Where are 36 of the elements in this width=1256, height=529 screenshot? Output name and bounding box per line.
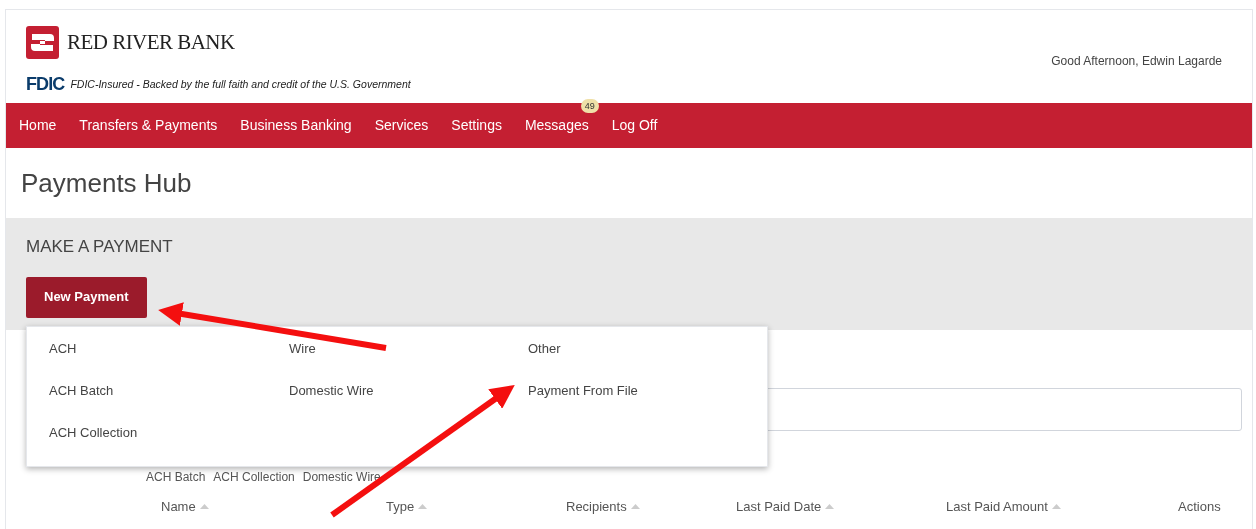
- nav-link[interactable]: Business Banking: [234, 115, 358, 136]
- menu-item[interactable]: Payment From File: [528, 381, 638, 423]
- menu-item[interactable]: Wire: [289, 339, 316, 381]
- column-header: Actions: [1178, 498, 1221, 516]
- nav-link[interactable]: Transfers & Payments: [73, 115, 224, 136]
- bank-name: RED RIVER BANK: [67, 28, 235, 56]
- sort-icon[interactable]: [1051, 504, 1061, 510]
- column-header[interactable]: Recipients: [566, 497, 627, 517]
- column-header[interactable]: Last Paid Amount: [946, 497, 1048, 517]
- column-header[interactable]: Last Paid Date: [736, 497, 822, 517]
- nav-link[interactable]: Log Off: [605, 115, 664, 136]
- sort-icon[interactable]: [199, 504, 209, 510]
- sort-icon[interactable]: [630, 504, 640, 510]
- fdic-notice: FDIC-Insured - Backed by the full faith and credit of the U.S. Government: [70, 76, 411, 92]
- menu-item[interactable]: ACH: [49, 339, 77, 381]
- sort-icon[interactable]: [825, 504, 835, 510]
- column-header[interactable]: Name: [161, 497, 196, 517]
- fdic-logo: FDIC: [26, 73, 65, 96]
- nav-link[interactable]: Services: [368, 115, 435, 136]
- message-count-badge: 49: [580, 99, 599, 113]
- bank-logo-icon: [26, 26, 59, 59]
- menu-item[interactable]: Domestic Wire: [289, 381, 374, 423]
- new-payment-button[interactable]: New Payment: [26, 276, 147, 318]
- menu-item[interactable]: Other: [528, 339, 561, 381]
- section-heading: MAKE A PAYMENT: [26, 236, 173, 258]
- sort-icon[interactable]: [418, 504, 428, 510]
- filter-tag[interactable]: ACH Collection: [213, 468, 295, 486]
- page-title: Payments Hub: [21, 166, 192, 200]
- nav-link[interactable]: Settings: [445, 115, 508, 136]
- column-header[interactable]: Type: [386, 497, 415, 517]
- menu-item[interactable]: ACH Batch: [49, 381, 114, 423]
- nav-link[interactable]: Home: [13, 115, 63, 136]
- nav-link[interactable]: Messages: [518, 115, 595, 136]
- filter-tag[interactable]: ACH Batch: [146, 468, 206, 486]
- greeting: Good Afternoon, Edwin Lagarde: [1051, 54, 1222, 68]
- menu-item[interactable]: ACH Collection: [49, 423, 138, 465]
